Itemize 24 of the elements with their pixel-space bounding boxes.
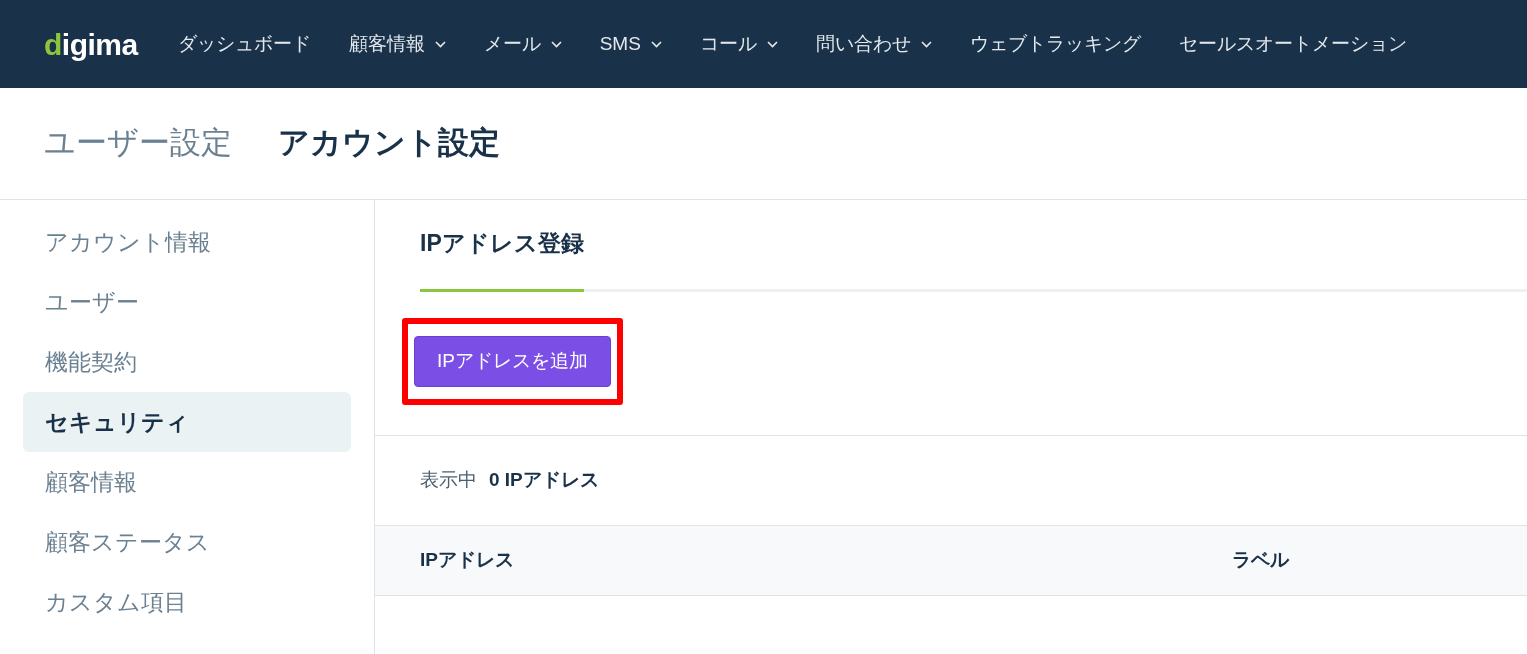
sidebar-item[interactable]: 顧客情報 [23, 452, 351, 512]
sidebar-item[interactable]: カスタム項目 [23, 572, 351, 632]
nav-link[interactable]: セールスオートメーション [1178, 29, 1407, 59]
count-value: 0 IPアドレス [489, 467, 599, 492]
nav-link[interactable]: ウェブトラッキング [969, 29, 1141, 59]
sidebar-item[interactable]: ユーザー [23, 272, 351, 332]
nav-link[interactable]: 顧客情報 [348, 29, 446, 59]
sidebar-item[interactable]: 顧客ステータス [23, 512, 351, 572]
add-ip-address-button[interactable]: IPアドレスを追加 [414, 336, 611, 387]
nav-link[interactable]: コール [699, 29, 778, 59]
sidebar-item[interactable]: 機能契約 [23, 332, 351, 392]
breadcrumb-item[interactable]: ユーザー設定 [44, 120, 232, 167]
sidebar-item[interactable]: アカウント情報 [23, 212, 351, 272]
logo[interactable]: digima [44, 21, 138, 67]
nav-link[interactable]: ダッシュボード [177, 29, 311, 59]
column-header: IPアドレス [420, 547, 515, 572]
nav-link[interactable]: SMS [599, 29, 662, 59]
column-header: ラベル [1232, 547, 1289, 572]
nav-link[interactable]: 問い合わせ [815, 29, 932, 59]
sidebar-item[interactable]: セキュリティ [23, 392, 351, 452]
tab[interactable]: IPアドレス登録 [420, 200, 584, 292]
breadcrumb-item: アカウント設定 [278, 124, 500, 163]
nav-link[interactable]: メール [483, 29, 562, 59]
count-label: 表示中 [420, 467, 477, 492]
